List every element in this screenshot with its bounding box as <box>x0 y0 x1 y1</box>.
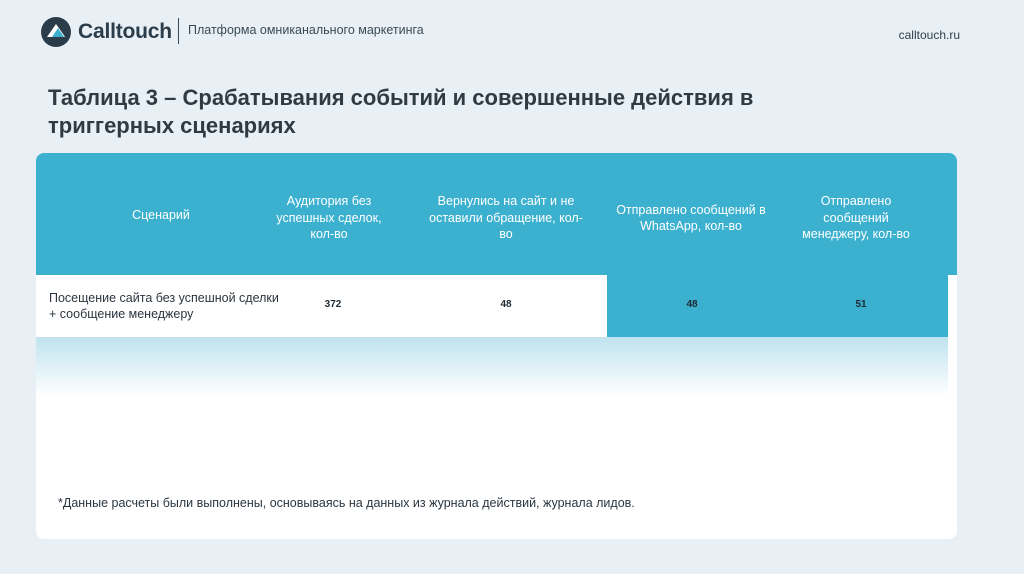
column-header-returned: Вернулись на сайт и не оставили обращени… <box>429 194 583 242</box>
header-divider <box>178 18 179 44</box>
header: Calltouch Платформа омниканального марке… <box>0 0 1024 62</box>
cell-whatsapp: 48 <box>686 299 698 310</box>
table-card: Сценарий Аудитория без успешных сделок, … <box>36 153 957 539</box>
column-header-scenario: Сценарий <box>132 207 190 222</box>
logo[interactable]: Calltouch <box>40 16 172 48</box>
page-title: Таблица 3 – Срабатывания событий и совер… <box>48 85 754 138</box>
column-header-manager: Отправлено сообщений менеджеру, кол-во <box>802 194 910 242</box>
table-row-edge <box>948 275 957 337</box>
logo-text: Calltouch <box>78 20 172 43</box>
column-header-whatsapp: Отправлено сообщений в WhatsApp, кол-во <box>616 202 766 234</box>
cell-returned: 48 <box>500 299 512 310</box>
calltouch-logo-icon <box>40 16 72 48</box>
cell-scenario: Посещение сайта без успешной сделки + со… <box>49 291 279 321</box>
column-header-audience: Аудитория без успешных сделок, кол-во <box>276 194 382 242</box>
cell-manager: 51 <box>855 299 867 310</box>
row-fade <box>36 337 948 397</box>
cell-audience: 372 <box>324 299 342 310</box>
site-link[interactable]: calltouch.ru <box>899 28 960 42</box>
footnote: *Данные расчеты были выполнены, основыва… <box>58 496 635 510</box>
tagline: Платформа омниканального маркетинга <box>188 23 424 37</box>
table-row-highlight <box>607 275 948 337</box>
